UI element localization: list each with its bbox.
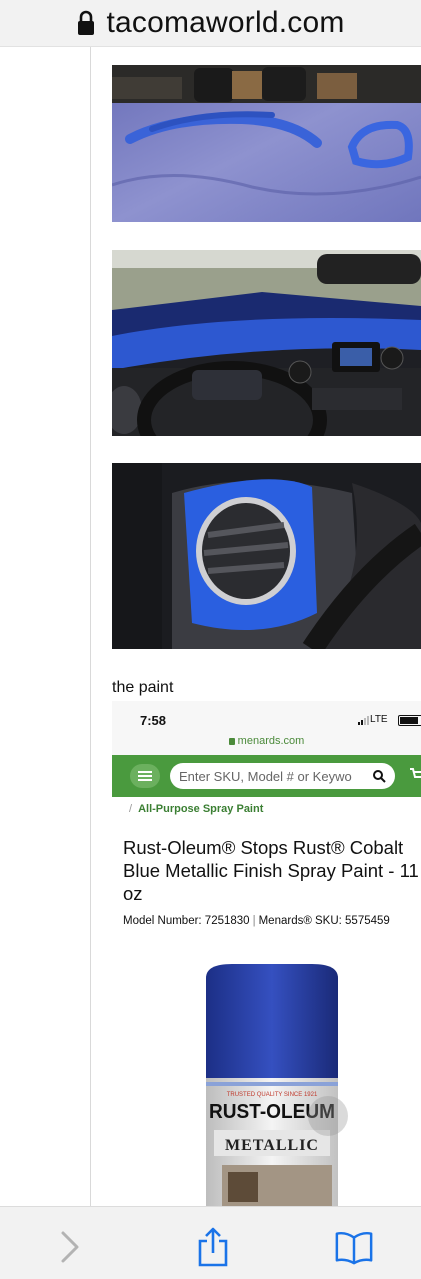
zoom-icon: [308, 1096, 348, 1136]
breadcrumb: / All-Purpose Spray Paint: [129, 803, 264, 815]
book-icon: [335, 1231, 373, 1265]
forum-post: the paint 7:58 LTE menards.com Enter SKU…: [91, 47, 421, 1206]
product-ids: Model Number: 7251830 | Menards® SKU: 5575…: [123, 915, 390, 927]
menards-url: menards.com: [237, 735, 305, 747]
status-time: 7:58: [140, 713, 167, 728]
forum-sidebar: [0, 47, 91, 1206]
post-photo-vent[interactable]: [112, 463, 421, 649]
url-domain: tacomaworld.com: [106, 6, 345, 39]
bookmarks-button[interactable]: [334, 1227, 374, 1267]
menards-url-bar: menards.com: [112, 729, 421, 755]
menu-icon: [130, 764, 160, 788]
post-photo-dashboard[interactable]: [112, 250, 421, 436]
search-icon: [373, 770, 386, 783]
safari-toolbar: [0, 1206, 421, 1279]
post-caption: the paint: [112, 679, 174, 696]
address-bar[interactable]: tacomaworld.com: [0, 0, 421, 47]
chevron-right-icon: [61, 1231, 79, 1263]
product-title: Rust-Oleum® Stops Rust® Cobalt Blue Meta…: [123, 837, 419, 904]
lock-icon: [228, 738, 235, 745]
menards-search: Enter SKU, Model # or Keywo: [170, 763, 395, 789]
model-number: Model Number: 7251830: [123, 915, 250, 927]
search-placeholder: Enter SKU, Model # or Keywo: [179, 769, 352, 784]
share-button[interactable]: [193, 1227, 233, 1267]
menards-nav: Enter SKU, Model # or Keywo: [112, 755, 421, 797]
breadcrumb-label: All-Purpose Spray Paint: [138, 803, 264, 815]
share-icon: [198, 1227, 228, 1267]
lock-icon: [76, 10, 96, 36]
can-type: METALLIC: [225, 1137, 319, 1154]
menards-sku: Menards® SKU: 5575459: [258, 915, 390, 927]
battery-icon: [398, 715, 421, 726]
embedded-menards-screenshot[interactable]: 7:58 LTE menards.com Enter SKU, Model # …: [112, 701, 421, 1206]
signal-icon: [358, 716, 369, 725]
post-photo-trim[interactable]: [112, 65, 421, 222]
forward-button[interactable]: [50, 1227, 90, 1267]
web-page: the paint 7:58 LTE menards.com Enter SKU…: [0, 47, 421, 1206]
network-label: LTE: [370, 714, 388, 725]
can-tagline: TRUSTED QUALITY SINCE 1921: [227, 1092, 318, 1098]
spray-can-image: TRUSTED QUALITY SINCE 1921 RUST-OLEUM ME…: [206, 964, 338, 1206]
cart-icon: [410, 768, 421, 778]
